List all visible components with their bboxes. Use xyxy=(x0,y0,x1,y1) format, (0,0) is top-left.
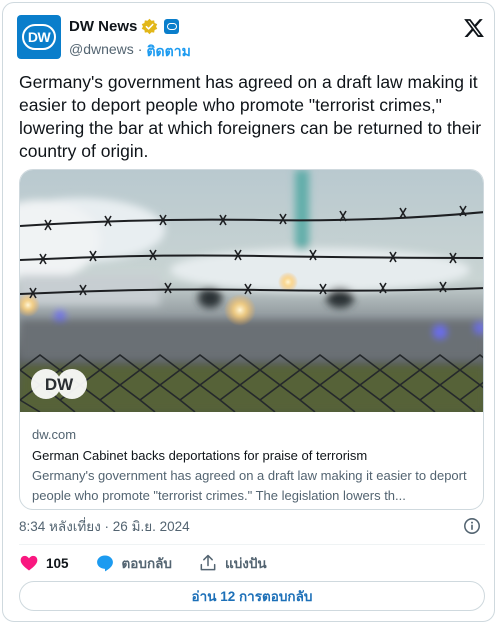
reply-button[interactable]: ตอบกลับ xyxy=(95,552,172,574)
x-logo-icon[interactable] xyxy=(463,17,485,39)
share-icon xyxy=(200,554,216,571)
handle-row: @dwnews · ติดตาม xyxy=(69,41,191,63)
like-count: 105 xyxy=(46,555,69,571)
verified-badge-icon xyxy=(142,18,158,35)
link-preview-card[interactable]: DW dw.com German Cabinet backs deportati… xyxy=(19,169,484,510)
heart-icon xyxy=(20,555,38,571)
follow-button[interactable]: ติดตาม xyxy=(146,41,190,63)
account-name[interactable]: DW News xyxy=(69,18,137,35)
timestamp-row: 8:34 หลังเที่ยง · 26 มิ.ย. 2024 xyxy=(19,517,485,537)
divider xyxy=(19,544,485,545)
link-domain: dw.com xyxy=(32,427,77,442)
share-button[interactable]: แบ่งปัน xyxy=(198,552,267,574)
action-bar: 105 ตอบกลับ แบ่งปัน xyxy=(19,551,485,575)
share-label: แบ่งปัน xyxy=(225,556,267,571)
tweet-card: DW DW News @dwnews · ติดตาม Germany's go… xyxy=(2,2,495,622)
avatar[interactable]: DW xyxy=(17,15,61,59)
link-meta: dw.com German Cabinet backs deportations… xyxy=(32,426,472,506)
info-icon[interactable] xyxy=(463,517,481,535)
tweet-text: Germany's government has agreed on a dra… xyxy=(19,72,482,161)
affiliate-dw-icon[interactable] xyxy=(164,19,180,34)
link-description: Germany's government has agreed on a dra… xyxy=(32,468,467,503)
separator: · xyxy=(137,41,143,57)
link-title[interactable]: German Cabinet backs deportations for pr… xyxy=(32,446,472,466)
name-row: DW News xyxy=(69,18,180,35)
read-replies-button[interactable]: อ่าน 12 การตอบกลับ xyxy=(19,581,485,611)
article-image: DW xyxy=(20,170,483,412)
tweet-header: DW DW News @dwnews · ติดตาม xyxy=(17,15,487,61)
account-handle[interactable]: @dwnews xyxy=(69,41,134,63)
tweet-timestamp[interactable]: 8:34 หลังเที่ยง · 26 มิ.ย. 2024 xyxy=(19,519,190,534)
like-button[interactable]: 105 xyxy=(19,553,69,573)
avatar-logo: DW xyxy=(22,24,56,50)
svg-text:DW: DW xyxy=(45,375,74,394)
reply-label: ตอบกลับ xyxy=(121,556,172,571)
reply-bubble-icon xyxy=(96,555,113,572)
